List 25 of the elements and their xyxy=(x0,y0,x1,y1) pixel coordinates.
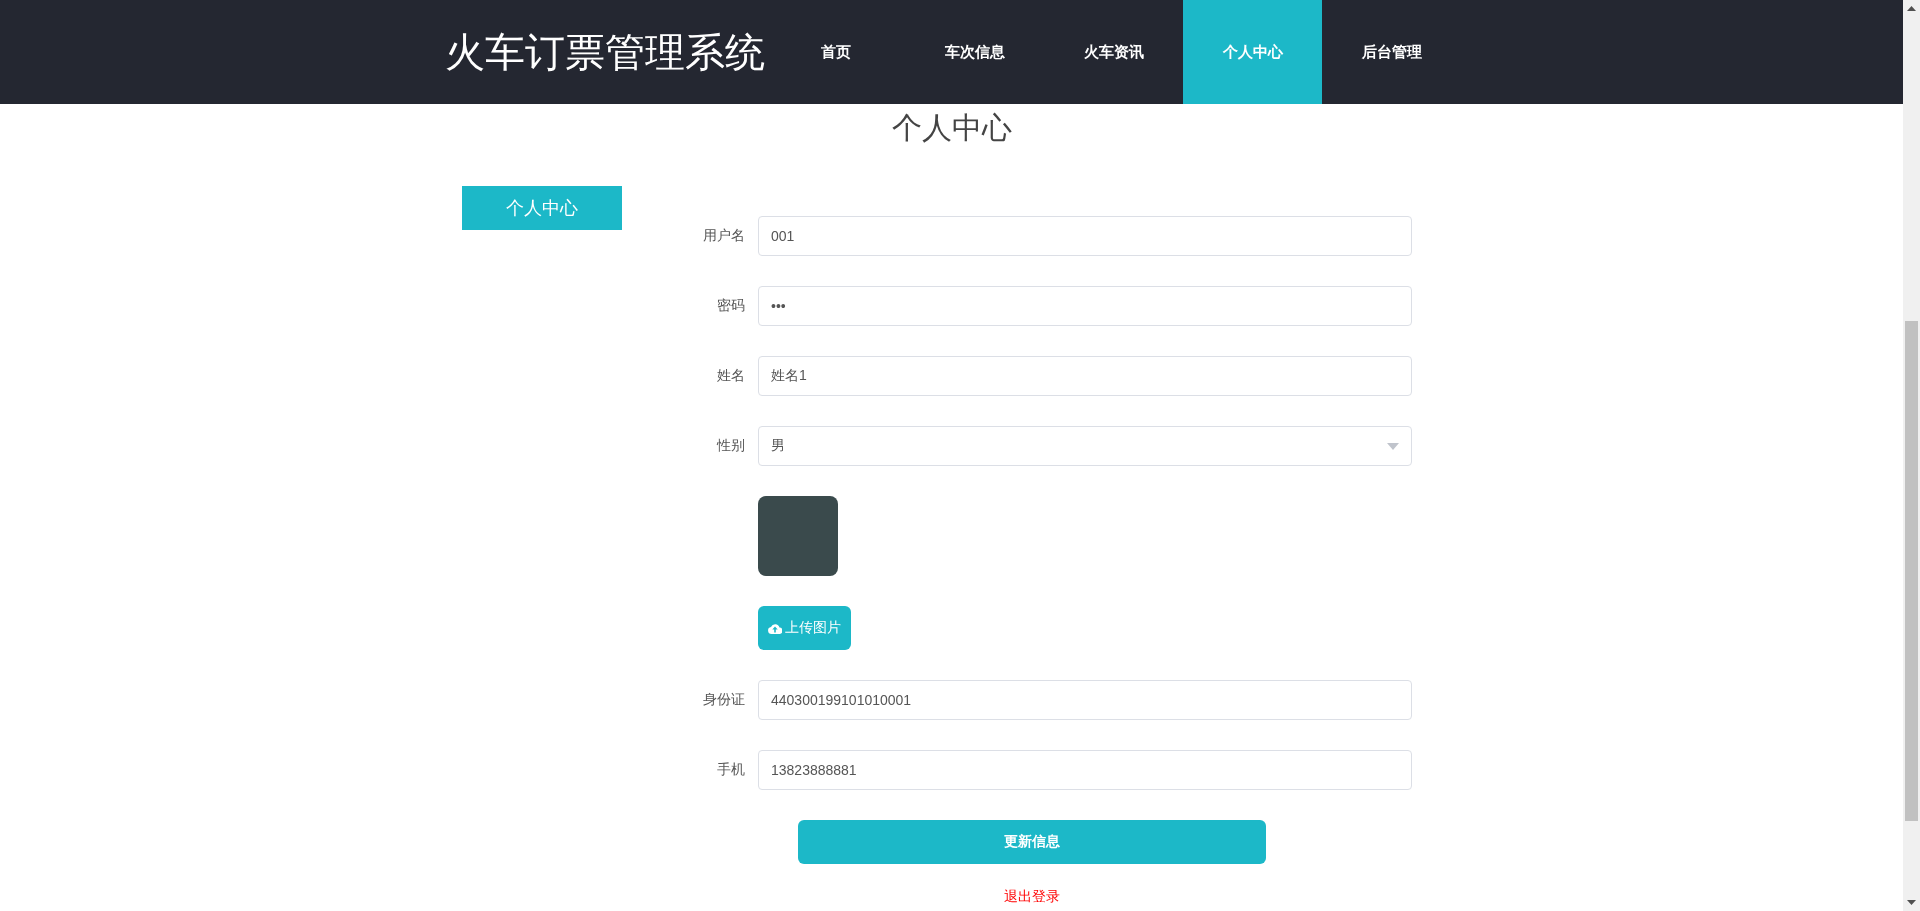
caret-icon xyxy=(1387,442,1399,450)
select-field[interactable]: 男 xyxy=(758,426,1412,466)
field-label: 手机 xyxy=(716,761,745,779)
scrollbar-thumb[interactable] xyxy=(1905,321,1918,821)
cloud-upload-icon xyxy=(768,622,782,634)
input-field[interactable]: ••• xyxy=(758,286,1412,326)
input-field[interactable]: 13823888881 xyxy=(758,750,1412,790)
nav-tab[interactable]: 后台管理 xyxy=(1322,0,1461,104)
site-title: 火车订票管理系统 xyxy=(445,28,766,76)
scroll-up-icon[interactable] xyxy=(1907,6,1916,11)
field-label: 姓名 xyxy=(716,367,745,385)
field-label: 用户名 xyxy=(702,227,745,245)
nav-tab[interactable]: 车次信息 xyxy=(905,0,1044,104)
input-field[interactable]: 001 xyxy=(758,216,1412,256)
input-field[interactable]: 440300199101010001 xyxy=(758,680,1412,720)
field-label: 密码 xyxy=(716,297,745,315)
scrollbar[interactable] xyxy=(1903,0,1920,911)
nav-tab[interactable]: 首页 xyxy=(766,0,905,104)
nav-tab[interactable]: 火车资讯 xyxy=(1044,0,1183,104)
page-title: 个人中心 xyxy=(890,110,1013,146)
logout-link[interactable]: 退出登录 xyxy=(1004,888,1060,906)
scroll-down-icon[interactable] xyxy=(1907,900,1916,905)
field-label: 性别 xyxy=(715,437,745,455)
field-label: 身份证 xyxy=(702,691,745,709)
input-field[interactable]: 姓名1 xyxy=(758,356,1412,396)
